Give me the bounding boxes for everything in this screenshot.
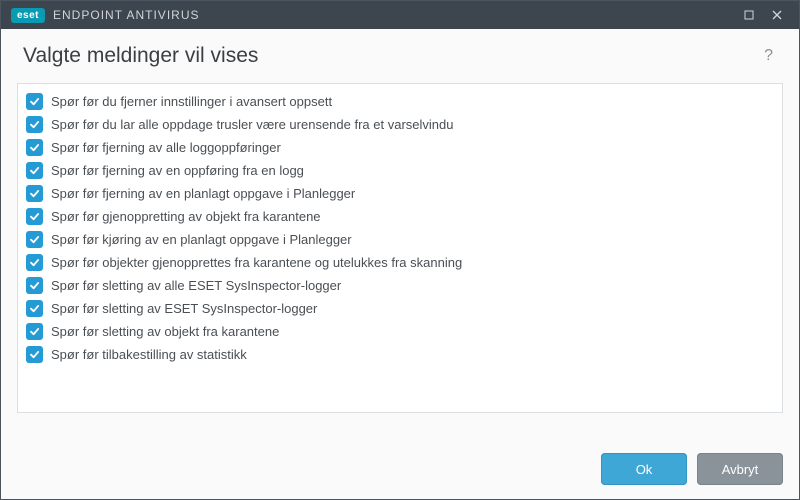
list-item[interactable]: Spør før kjøring av en planlagt oppgave … (22, 228, 778, 251)
checkbox[interactable] (26, 277, 43, 294)
list-item-label: Spør før sletting av objekt fra karanten… (51, 324, 279, 339)
list-item[interactable]: Spør før du lar alle oppdage trusler vær… (22, 113, 778, 136)
checkbox[interactable] (26, 93, 43, 110)
options-panel: Spør før du fjerner innstillinger i avan… (17, 83, 783, 413)
page-title: Valgte meldinger vil vises (23, 44, 258, 68)
list-item[interactable]: Spør før tilbakestilling av statistikk (22, 343, 778, 366)
list-item-label: Spør før sletting av alle ESET SysInspec… (51, 278, 341, 293)
checkbox[interactable] (26, 139, 43, 156)
list-item-label: Spør før du lar alle oppdage trusler vær… (51, 117, 453, 132)
help-icon[interactable]: ? (760, 43, 777, 69)
list-item-label: Spør før objekter gjenopprettes fra kara… (51, 255, 462, 270)
checkbox[interactable] (26, 254, 43, 271)
list-item-label: Spør før fjerning av en planlagt oppgave… (51, 186, 355, 201)
app-window: eset ENDPOINT ANTIVIRUS Valgte meldinger… (0, 0, 800, 500)
list-item[interactable]: Spør før gjenoppretting av objekt fra ka… (22, 205, 778, 228)
checkbox[interactable] (26, 208, 43, 225)
checkbox[interactable] (26, 185, 43, 202)
dialog-footer: Ok Avbryt (1, 413, 799, 499)
checkbox[interactable] (26, 300, 43, 317)
list-item-label: Spør før du fjerner innstillinger i avan… (51, 94, 332, 109)
checkbox[interactable] (26, 346, 43, 363)
minimize-button[interactable] (735, 5, 763, 25)
close-button[interactable] (763, 5, 791, 25)
list-item-label: Spør før gjenoppretting av objekt fra ka… (51, 209, 321, 224)
list-item[interactable]: Spør før du fjerner innstillinger i avan… (22, 90, 778, 113)
checkbox[interactable] (26, 323, 43, 340)
list-item[interactable]: Spør før sletting av alle ESET SysInspec… (22, 274, 778, 297)
cancel-button[interactable]: Avbryt (697, 453, 783, 485)
brand-badge: eset (11, 8, 45, 23)
list-item[interactable]: Spør før sletting av ESET SysInspector-l… (22, 297, 778, 320)
list-item[interactable]: Spør før sletting av objekt fra karanten… (22, 320, 778, 343)
list-item-label: Spør før tilbakestilling av statistikk (51, 347, 247, 362)
ok-button[interactable]: Ok (601, 453, 687, 485)
list-item[interactable]: Spør før fjerning av en oppføring fra en… (22, 159, 778, 182)
list-item-label: Spør før sletting av ESET SysInspector-l… (51, 301, 317, 316)
list-item[interactable]: Spør før objekter gjenopprettes fra kara… (22, 251, 778, 274)
list-item-label: Spør før kjøring av en planlagt oppgave … (51, 232, 352, 247)
checkbox[interactable] (26, 231, 43, 248)
checkbox[interactable] (26, 116, 43, 133)
options-scroll[interactable]: Spør før du fjerner innstillinger i avan… (18, 84, 782, 412)
checkbox[interactable] (26, 162, 43, 179)
list-item[interactable]: Spør før fjerning av en planlagt oppgave… (22, 182, 778, 205)
list-item[interactable]: Spør før fjerning av alle loggoppføringe… (22, 136, 778, 159)
close-icon (772, 10, 782, 20)
list-item-label: Spør før fjerning av en oppføring fra en… (51, 163, 304, 178)
minimize-icon (744, 10, 754, 20)
titlebar: eset ENDPOINT ANTIVIRUS (1, 1, 799, 29)
dialog-header: Valgte meldinger vil vises ? (1, 29, 799, 77)
list-item-label: Spør før fjerning av alle loggoppføringe… (51, 140, 281, 155)
brand-text: ENDPOINT ANTIVIRUS (53, 8, 199, 22)
